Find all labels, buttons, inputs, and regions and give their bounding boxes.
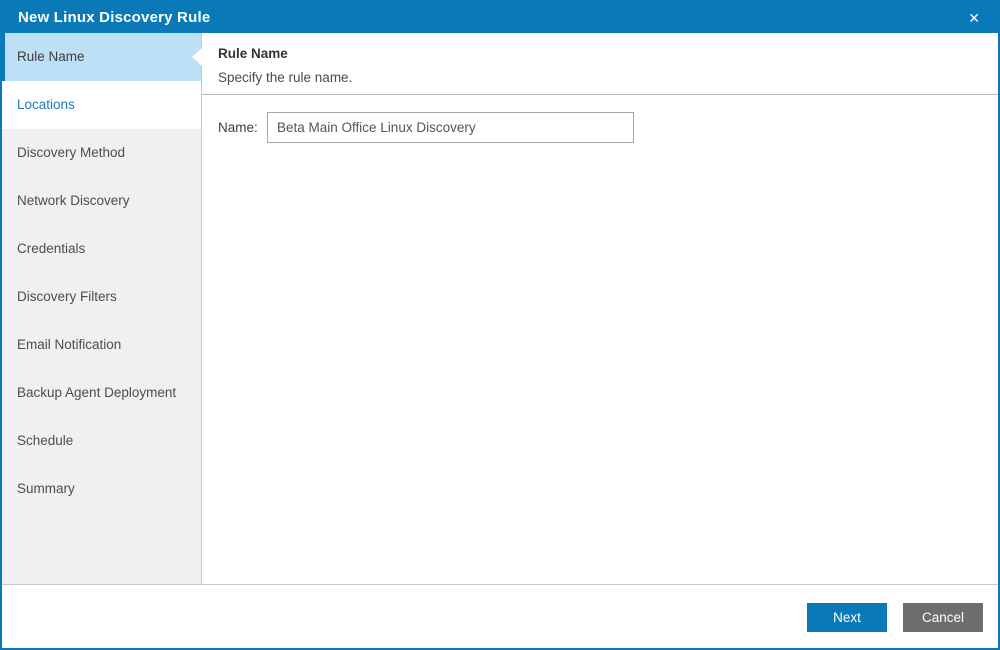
wizard-steps: Rule Name Locations Discovery Method Net… (2, 33, 201, 584)
sidebar-item-locations[interactable]: Locations (2, 81, 201, 129)
dialog-title: New Linux Discovery Rule (18, 9, 211, 26)
step-header: Rule Name Specify the rule name. (202, 33, 998, 95)
sidebar-item-credentials[interactable]: Credentials (2, 225, 201, 273)
sidebar-item-email-notification[interactable]: Email Notification (2, 321, 201, 369)
sidebar-item-discovery-filters[interactable]: Discovery Filters (2, 273, 201, 321)
wizard-step-label: Network Discovery (17, 193, 130, 208)
main-panel: Rule Name Specify the rule name. Name: (202, 33, 998, 584)
sidebar-item-network-discovery[interactable]: Network Discovery (2, 177, 201, 225)
footer-bar: Next Cancel (2, 585, 998, 648)
wizard-step-label: Discovery Filters (17, 289, 117, 304)
sidebar-item-schedule[interactable]: Schedule (2, 417, 201, 465)
new-linux-discovery-rule-dialog: New Linux Discovery Rule ✕ Rule Name Loc… (0, 0, 1000, 650)
close-icon[interactable]: ✕ (965, 9, 983, 27)
wizard-step-label: Rule Name (17, 49, 85, 64)
title-bar: New Linux Discovery Rule ✕ (2, 2, 998, 33)
wizard-step-label: Credentials (17, 241, 86, 256)
wizard-step-label: Discovery Method (17, 145, 126, 160)
sidebar-item-backup-agent-deployment[interactable]: Backup Agent Deployment (2, 369, 201, 417)
wizard-step-label: Schedule (17, 433, 74, 448)
name-field-row: Name: (218, 112, 998, 143)
sidebar-item-summary[interactable]: Summary (2, 465, 201, 513)
name-field-label: Name: (218, 120, 258, 135)
selected-step-notch (192, 48, 202, 66)
wizard-step-label: Backup Agent Deployment (17, 385, 177, 400)
wizard-step-label: Email Notification (17, 337, 122, 352)
page-description: Specify the rule name. (218, 70, 353, 85)
sidebar-item-rule-name[interactable]: Rule Name (2, 33, 201, 81)
rule-name-input[interactable] (267, 112, 634, 143)
cancel-button[interactable]: Cancel (903, 603, 983, 632)
sidebar-item-discovery-method[interactable]: Discovery Method (2, 129, 201, 177)
next-button[interactable]: Next (807, 603, 887, 632)
wizard-step-label: Locations (17, 97, 75, 112)
page-title: Rule Name (218, 46, 288, 61)
wizard-step-label: Summary (17, 481, 75, 496)
